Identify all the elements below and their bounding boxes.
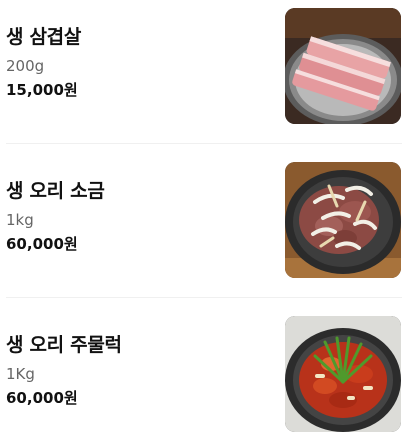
menu-item-text: 생 오리 주물럭 1Kg 60,000원 bbox=[6, 332, 122, 408]
menu-item-pork-belly[interactable]: 생 삼겹살 200g 15,000원 bbox=[0, 6, 408, 126]
divider bbox=[6, 297, 402, 298]
menu-list: 생 삼겹살 200g 15,000원 생 오리 소금 1kg 60,000원 생… bbox=[0, 0, 408, 440]
menu-item-salted-duck[interactable]: 생 오리 소금 1kg 60,000원 bbox=[0, 160, 408, 280]
menu-item-text: 생 삼겹살 200g 15,000원 bbox=[6, 24, 81, 100]
menu-item-size: 200g bbox=[6, 57, 45, 75]
menu-item-text: 생 오리 소금 1kg 60,000원 bbox=[6, 178, 105, 254]
menu-item-price: 60,000원 bbox=[6, 235, 78, 253]
salted-duck-photo[interactable] bbox=[285, 162, 401, 278]
menu-item-name: 생 삼겹살 bbox=[6, 26, 82, 48]
spicy-duck-photo[interactable] bbox=[285, 316, 401, 432]
menu-item-size: 1kg bbox=[6, 211, 34, 229]
pork-belly-photo[interactable] bbox=[285, 8, 401, 124]
menu-item-price: 15,000원 bbox=[6, 81, 78, 99]
menu-item-spicy-duck[interactable]: 생 오리 주물럭 1Kg 60,000원 bbox=[0, 314, 408, 434]
pork-belly-image bbox=[285, 8, 401, 124]
menu-item-name: 생 오리 소금 bbox=[6, 180, 105, 202]
divider bbox=[6, 143, 402, 144]
menu-item-name: 생 오리 주물럭 bbox=[6, 334, 122, 356]
salted-duck-image bbox=[285, 162, 401, 278]
menu-item-price: 60,000원 bbox=[6, 389, 78, 407]
spicy-duck-image bbox=[285, 316, 401, 432]
menu-item-size: 1Kg bbox=[6, 365, 35, 383]
